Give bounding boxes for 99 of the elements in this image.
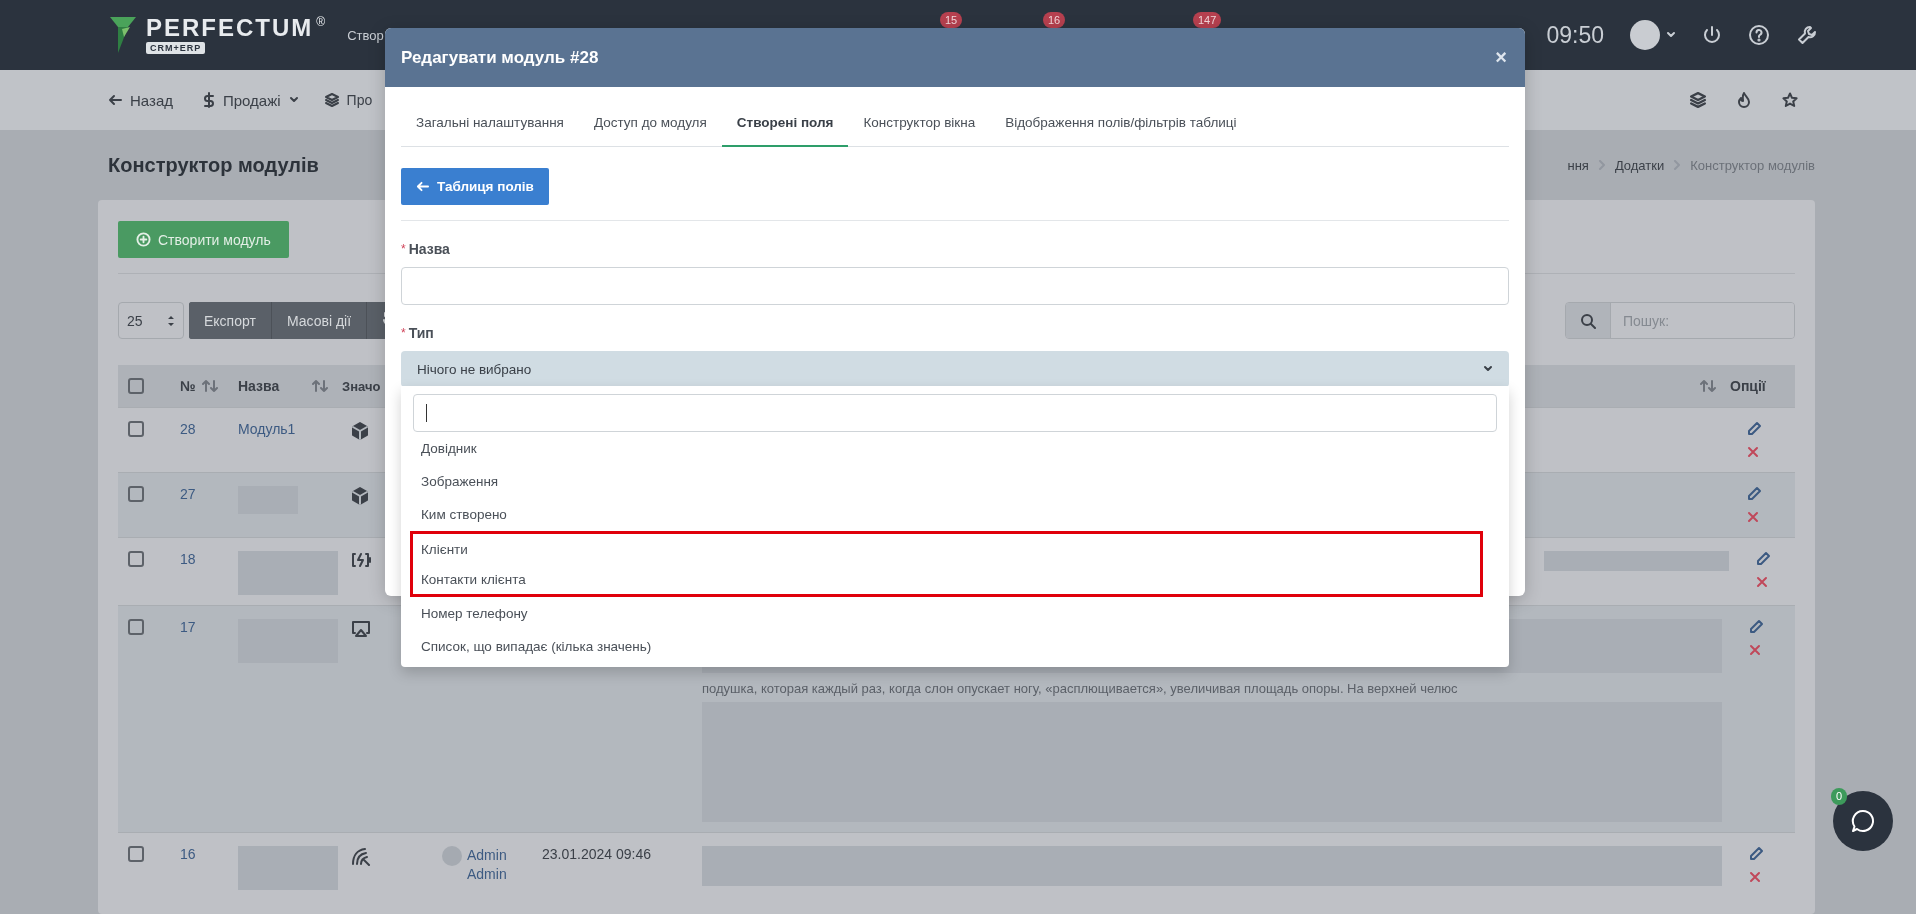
dropdown-option[interactable]: Список, що випадає (кілька значень): [413, 630, 1497, 663]
dropdown-option[interactable]: Ким створено: [413, 498, 1497, 531]
user-avatar: [442, 846, 462, 866]
edit-icon[interactable]: [1746, 486, 1762, 502]
required-mark: *: [401, 242, 406, 256]
sort-icon[interactable]: [201, 379, 218, 393]
plus-circle-icon: [136, 232, 151, 247]
page-size-select[interactable]: 25: [118, 302, 184, 339]
page-title: Конструктор модулів: [107, 153, 319, 177]
sort-caret-icon: [167, 314, 175, 327]
chat-bubble-icon: [1850, 808, 1876, 834]
row-checkbox[interactable]: [128, 551, 144, 567]
column-header: Опції: [1730, 378, 1766, 394]
registered-mark: ®: [316, 16, 326, 28]
dollar-icon: [203, 92, 215, 108]
count-badge: 0: [1831, 788, 1848, 805]
tab[interactable]: Відображення полів/фільтрів таблиці: [990, 100, 1252, 147]
breadcrumb-link[interactable]: ння: [1567, 157, 1589, 173]
flame-icon[interactable]: [1736, 92, 1752, 108]
clock-time: 09:50: [1546, 21, 1604, 49]
back-to-table-button[interactable]: Таблиця полів: [401, 168, 549, 205]
type-select[interactable]: Нічого не вибрано: [401, 351, 1509, 387]
caret-icon: [288, 95, 299, 105]
column-header: Значо: [342, 378, 381, 394]
logo-text: PERFECTUM: [146, 16, 314, 40]
layers-icon[interactable]: [1690, 92, 1706, 108]
battery-bolt-icon: [350, 551, 374, 569]
required-mark: *: [401, 326, 406, 340]
edit-icon[interactable]: [1746, 421, 1762, 437]
edit-icon[interactable]: [1748, 846, 1764, 862]
delete-icon[interactable]: [1755, 575, 1769, 589]
dropdown-option[interactable]: Контакти клієнта: [413, 564, 1480, 594]
monitor-icon: [350, 619, 372, 639]
page-size-value: 25: [127, 312, 143, 329]
caret-icon[interactable]: [1666, 30, 1676, 40]
row-number-link[interactable]: 28: [180, 421, 196, 437]
delete-icon[interactable]: [1748, 870, 1762, 884]
text-input-field[interactable]: [401, 267, 1509, 305]
edit-icon[interactable]: [1755, 551, 1771, 567]
date-text: 23.01.2024 09:46: [542, 846, 651, 862]
column-header: Назва: [238, 378, 280, 394]
row-checkbox[interactable]: [128, 486, 144, 502]
select-value: Нічого не вибрано: [417, 361, 532, 377]
chat-button[interactable]: [1833, 791, 1893, 851]
dropdown-option[interactable]: Зображення: [413, 465, 1497, 498]
count-badge: 15: [940, 12, 963, 28]
field-label: Назва: [408, 241, 450, 257]
dropdown-search-field[interactable]: [413, 394, 1497, 432]
edit-icon[interactable]: [1748, 619, 1764, 635]
left-arrow-icon: [416, 180, 429, 193]
layers-icon: [324, 93, 339, 107]
author-name[interactable]: Admin Admin: [467, 846, 527, 884]
close-button[interactable]: ×: [1493, 46, 1509, 69]
modal-title: Редагувати модуль #28: [401, 47, 599, 68]
field-label: Тип: [408, 325, 434, 341]
row-number-link[interactable]: 17: [180, 619, 196, 635]
star-icon[interactable]: [1782, 92, 1798, 108]
row-checkbox[interactable]: [128, 619, 144, 635]
logo-tag: CRM+ERP: [146, 42, 206, 54]
select-all-checkbox[interactable]: [128, 378, 144, 394]
dropdown-option[interactable]: Клієнти: [413, 534, 1480, 564]
cube-icon: [350, 486, 370, 506]
column-header: №: [180, 378, 196, 394]
count-badge: 147: [1193, 12, 1222, 28]
delete-icon[interactable]: [1746, 510, 1760, 524]
back-link[interactable]: Назад: [108, 91, 173, 109]
nav-menu-item[interactable]: Про: [324, 92, 373, 108]
nav-menu-item[interactable]: Продажі: [203, 91, 299, 109]
search-field[interactable]: Пошук:: [1565, 302, 1795, 339]
tab[interactable]: Конструктор вікна: [848, 100, 991, 147]
sort-icon[interactable]: [312, 379, 328, 393]
row-number-link[interactable]: 16: [180, 846, 196, 862]
row-checkbox[interactable]: [128, 846, 144, 862]
tab[interactable]: Загальні налаштування: [401, 100, 579, 147]
nav-menu-item[interactable]: Створ: [347, 27, 384, 43]
tab[interactable]: Створені поля: [721, 100, 849, 147]
toolbar-button[interactable]: Експорт: [189, 302, 272, 339]
delete-icon[interactable]: [1746, 445, 1760, 459]
tab[interactable]: Доступ до модуля: [578, 100, 722, 147]
user-avatar[interactable]: [1630, 20, 1660, 50]
breadcrumb-link[interactable]: Додатки: [1614, 157, 1665, 173]
row-number-link[interactable]: 27: [180, 486, 196, 502]
cube-icon: [350, 421, 370, 441]
module-name-link[interactable]: Модуль1: [238, 421, 296, 437]
row-number-link[interactable]: 18: [180, 551, 196, 567]
power-icon[interactable]: [1702, 25, 1722, 45]
search-icon: [1580, 312, 1596, 329]
delete-icon[interactable]: [1748, 643, 1762, 657]
help-icon[interactable]: [1748, 24, 1770, 46]
dropdown-option[interactable]: Номер телефону: [413, 597, 1497, 630]
left-arrow-icon: [108, 93, 122, 107]
description-text: подушка, которая каждый раз, когда слон опускает ногу, «расплющивается», увеличивая площадь опоры. На верхней челюс: [702, 681, 1459, 696]
text-cursor: [426, 404, 427, 422]
sort-icon[interactable]: [1700, 379, 1716, 393]
wrench-icon[interactable]: [1796, 24, 1818, 46]
dropdown-option[interactable]: Довідник: [413, 432, 1497, 465]
count-badge: 16: [1043, 12, 1066, 28]
chevron-down-icon: [1483, 364, 1493, 374]
row-checkbox[interactable]: [128, 421, 144, 437]
